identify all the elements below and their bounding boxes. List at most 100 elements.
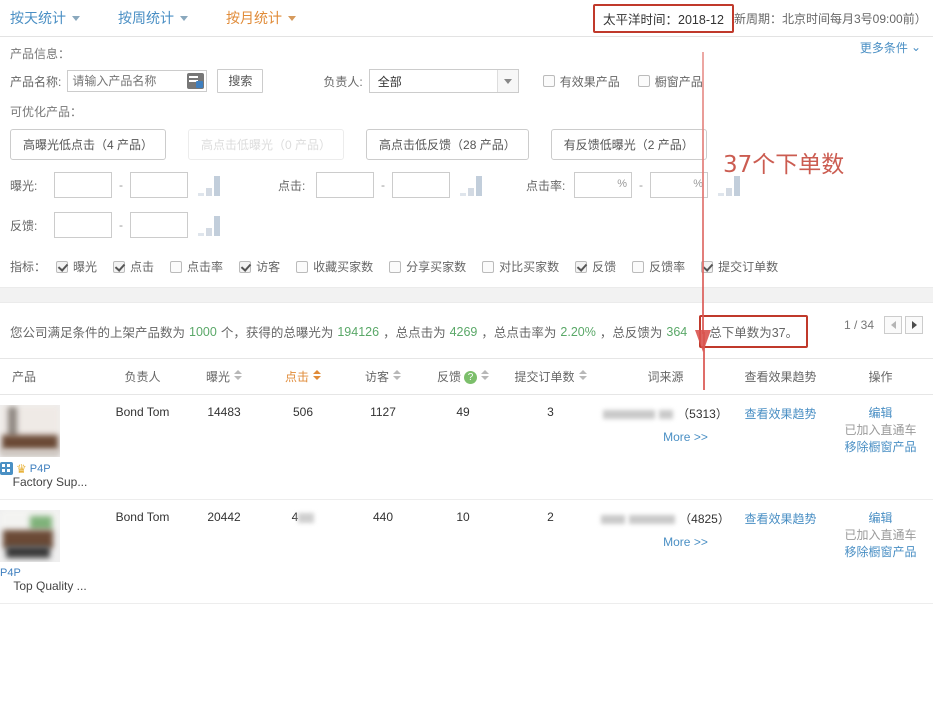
view-trend-link[interactable]: 查看效果趋势 xyxy=(744,407,816,421)
indicator-exposure-label: 曝光 xyxy=(73,260,98,274)
checkbox-box xyxy=(56,260,69,273)
exposure-max-input[interactable] xyxy=(130,172,188,198)
opt-feedback-low-exposure[interactable]: 有反馈低曝光（2 产品） xyxy=(550,129,707,160)
edit-link[interactable]: 编辑 xyxy=(828,405,933,422)
col-click[interactable]: 点击 xyxy=(263,358,343,395)
summary-text-3: ，总点击为 xyxy=(383,326,446,340)
update-cycle-note: 更新周期：北京时间每月3号09:00前） xyxy=(722,12,927,26)
product-thumbnail[interactable] xyxy=(0,510,60,562)
remove-showcase-link[interactable]: 移除橱窗产品 xyxy=(828,439,933,456)
indicator-favorite-buyers[interactable]: 收藏买家数 xyxy=(296,258,373,275)
keyboard-input-icon[interactable] xyxy=(187,73,205,89)
page-root: 按天统计 按周统计 按月统计 太平洋时间：2018-12 更新周期：北京时间每月… xyxy=(0,0,933,720)
col-visitor[interactable]: 访客 xyxy=(343,358,423,395)
chevron-down-icon xyxy=(288,15,296,21)
col-exposure[interactable]: 曝光 xyxy=(185,358,263,395)
exposure-min-input[interactable] xyxy=(54,172,112,198)
summary-bar: 您公司满足条件的上架产品数为 1000 个，获得的总曝光为 194126 ，总点… xyxy=(0,303,933,358)
click-range: 点击: - xyxy=(278,172,482,198)
col-exposure-label: 曝光 xyxy=(205,370,230,384)
tab-by-day[interactable]: 按天统计 xyxy=(10,8,80,28)
summary-text-4: ，总点击率为 xyxy=(481,326,557,340)
next-page-button[interactable] xyxy=(905,316,923,334)
indicator-orders[interactable]: 提交订单数 xyxy=(701,258,778,275)
range-separator: - xyxy=(119,218,123,232)
tab-by-week-label: 按周统计 xyxy=(118,10,174,26)
ctr-min-input[interactable] xyxy=(574,172,632,198)
col-trend: 查看效果趋势 xyxy=(733,358,828,395)
pagination: 1 / 34 xyxy=(844,316,923,334)
indicator-click[interactable]: 点击 xyxy=(113,258,154,275)
indicator-favorite-buyers-label: 收藏买家数 xyxy=(313,260,374,274)
click-max-input[interactable] xyxy=(392,172,450,198)
checkbox-box xyxy=(637,75,650,87)
indicator-visitor[interactable]: 访客 xyxy=(239,258,280,275)
ctr-max-input[interactable] xyxy=(650,172,708,198)
checkbox-box xyxy=(296,260,309,273)
page-indicator: 1 / 34 xyxy=(843,318,874,332)
indicator-label: 指标： xyxy=(10,260,47,274)
col-visitor-label: 访客 xyxy=(364,370,389,384)
col-feedback[interactable]: 反馈? xyxy=(423,358,503,395)
indicator-feedback-rate[interactable]: 反馈率 xyxy=(632,258,685,275)
indicator-exposure[interactable]: 曝光 xyxy=(56,258,97,275)
keyword-blurred xyxy=(659,410,674,420)
view-trend-link[interactable]: 查看效果趋势 xyxy=(744,512,816,526)
table-row: P4P Top Quality ... Bond Tom 20442 4 440… xyxy=(0,499,933,604)
pacific-time-badge: 太平洋时间：2018-12 xyxy=(593,4,734,33)
click-min-input[interactable] xyxy=(316,172,374,198)
range-separator: - xyxy=(639,178,643,192)
visitor-cell: 1127 xyxy=(343,394,423,500)
opt-high-click-low-feedback[interactable]: 高点击低反馈（28 产品） xyxy=(366,129,529,160)
summary-exposure: 194126 xyxy=(337,324,380,339)
keyword-source-cell: （5313） More >> xyxy=(598,394,733,500)
col-orders[interactable]: 提交订单数 xyxy=(503,358,598,395)
indicator-ctr[interactable]: 点击率 xyxy=(170,258,223,275)
checkbox-box xyxy=(632,260,645,273)
table-header-row: 产品 负责人 曝光 点击 访客 反馈? 提交订单数 词来源 查看效果趋势 操作 xyxy=(0,358,933,395)
product-name-input[interactable] xyxy=(67,70,208,92)
showcase-product-label: 橱窗产品 xyxy=(654,74,703,89)
tab-by-month[interactable]: 按月统计 xyxy=(226,8,296,28)
opt-high-exposure-low-click[interactable]: 高曝光低点击（4 产品） xyxy=(10,129,167,160)
indicator-share-buyers[interactable]: 分享买家数 xyxy=(389,258,466,275)
owner-select-value: 全部 xyxy=(377,74,402,89)
keyword-blurred xyxy=(629,515,676,525)
help-icon[interactable]: ? xyxy=(464,371,477,385)
showcase-badge-icon xyxy=(0,462,13,475)
showcase-product-checkbox[interactable]: 橱窗产品 xyxy=(637,73,721,90)
ctr-histogram-icon xyxy=(718,174,740,196)
effective-product-label: 有效果产品 xyxy=(559,74,620,89)
click-cell: 506 xyxy=(263,394,343,500)
keyword-source-cell: （4825） More >> xyxy=(598,499,733,604)
product-thumbnail[interactable] xyxy=(0,405,60,457)
pacific-time-value: 2018-12 xyxy=(678,13,724,27)
indicator-compare-buyers[interactable]: 对比买家数 xyxy=(482,258,559,275)
feedback-min-input[interactable] xyxy=(54,212,112,238)
indicator-feedback[interactable]: 反馈 xyxy=(575,258,616,275)
exposure-histogram-icon xyxy=(198,174,220,196)
feedback-max-input[interactable] xyxy=(130,212,188,238)
optimizable-buttons: 高曝光低点击（4 产品） 高点击低曝光（0 产品） 高点击低反馈（28 产品） … xyxy=(10,129,923,160)
indicator-orders-label: 提交订单数 xyxy=(718,260,779,274)
exposure-cell: 14483 xyxy=(185,394,263,500)
edit-link[interactable]: 编辑 xyxy=(828,510,933,527)
crown-badge-icon: ♛ xyxy=(16,461,27,476)
remove-showcase-link[interactable]: 移除橱窗产品 xyxy=(828,544,933,561)
tab-by-week[interactable]: 按周统计 xyxy=(118,8,188,28)
effective-product-checkbox[interactable]: 有效果产品 xyxy=(542,73,638,90)
indicator-compare-buyers-label: 对比买家数 xyxy=(499,260,560,274)
chevron-down-icon: ⌄ xyxy=(910,40,921,54)
prev-page-button[interactable] xyxy=(884,316,902,334)
sort-icon xyxy=(578,370,587,380)
range-row-1: 曝光: - 点击: - 点击率: - xyxy=(10,172,923,198)
product-name[interactable]: Factory Sup... xyxy=(13,475,88,489)
product-filter-row: 产品名称: 搜索 负责人: 全部 有效果产品 橱窗产品 xyxy=(10,69,923,93)
product-name[interactable]: Top Quality ... xyxy=(13,579,86,593)
owner-select[interactable]: 全部 xyxy=(368,69,519,93)
col-keyword-source: 词来源 xyxy=(598,358,733,395)
summary-text-1: 您公司满足条件的上架产品数为 xyxy=(10,326,186,340)
more-conditions-link[interactable]: 更多条件 ⌄ xyxy=(860,39,921,56)
search-button[interactable]: 搜索 xyxy=(217,69,264,93)
actions-cell: 编辑 已加入直通车 移除橱窗产品 xyxy=(828,499,933,604)
